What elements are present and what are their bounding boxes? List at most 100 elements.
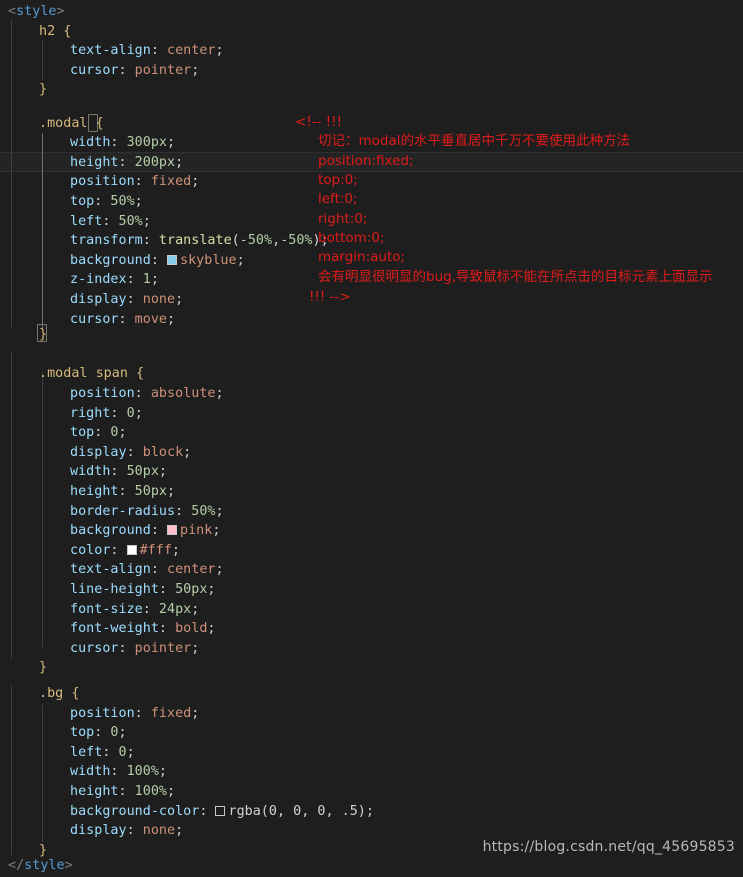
property-name: display: [70, 444, 127, 460]
property-value: center: [167, 562, 216, 578]
code-line: width: 50px;: [70, 464, 168, 480]
tag-name-style: style: [16, 4, 57, 19]
code-line: top: 0;: [70, 425, 127, 441]
property-value: 0: [118, 744, 127, 760]
property-value: pointer: [134, 640, 192, 656]
property-name: font-size: [70, 601, 143, 617]
property-name: text-align: [70, 562, 151, 578]
code-line: cursor: pointer;: [70, 640, 200, 656]
code-line: background: pink;: [70, 523, 221, 539]
code-line: border-radius: 50%;: [70, 503, 224, 519]
code-line: cursor: move;: [70, 311, 176, 327]
property-name: z-index: [70, 272, 127, 288]
property-name: border-radius: [70, 503, 176, 519]
property-name: position: [70, 174, 135, 190]
property-value: 0: [126, 405, 135, 421]
property-name: top: [70, 425, 95, 441]
annotation-comment-line: bottom:0;: [318, 230, 385, 246]
property-name: background: [70, 252, 151, 268]
brace-open: {: [95, 115, 104, 131]
property-name: position: [70, 705, 135, 721]
code-line: left: 0;: [70, 744, 135, 760]
code-line: height: 50px;: [70, 484, 176, 499]
code-line: position: absolute;: [70, 386, 224, 401]
property-value: block: [142, 444, 184, 460]
property-value: skyblue: [180, 252, 237, 268]
brace-open: {: [63, 23, 72, 39]
selector-modal: .modal: [39, 115, 88, 131]
code-line: transform: translate(-50%,-50%);: [70, 233, 329, 249]
code-line: font-weight: bold;: [70, 621, 216, 637]
property-name: display: [70, 292, 127, 307]
selector-h2: h2: [39, 23, 56, 39]
property-name: background-color: [70, 803, 200, 819]
annotation-comment-line: 切记：modal的水平垂直居中千万不要使用此种方法: [318, 133, 631, 149]
code-line: right: 0;: [70, 405, 143, 421]
brace-open: {: [136, 366, 145, 382]
code-line: background: skyblue;: [70, 252, 245, 268]
code-line: left: 50%;: [70, 213, 151, 229]
property-value: 50%: [118, 213, 143, 229]
annotation-comment-line: position:fixed;: [318, 153, 414, 169]
color-swatch-pink[interactable]: [167, 525, 177, 536]
property-name: background: [70, 523, 151, 539]
code-line: display: none;: [70, 292, 184, 307]
property-name: cursor: [70, 640, 119, 656]
brace-close: }: [39, 82, 48, 98]
code-line: line-height: 50px;: [70, 582, 216, 597]
tag-bracket-close: >: [64, 858, 73, 874]
brace-open: {: [71, 686, 80, 701]
code-line: background-color: rgba(0, 0, 0, .5);: [70, 803, 374, 819]
code-line: top: 50%;: [70, 194, 143, 209]
property-name: height: [70, 784, 119, 799]
color-swatch-rgba[interactable]: [215, 805, 226, 816]
watermark: https://blog.csdn.net/qq_45695853: [482, 839, 735, 855]
code-line: position: fixed;: [70, 705, 200, 721]
property-name: width: [70, 135, 111, 151]
property-value: fixed: [150, 174, 192, 190]
annotation-comment-line: top:0;: [318, 172, 358, 188]
annotation-comment-line: margin:auto;: [318, 249, 406, 265]
selector-modal-span: .modal span: [39, 366, 128, 382]
property-name: height: [70, 154, 119, 170]
annotation-comment-line: 会有明显很明显的bug,导致鼠标不能在所点击的目标元素上面显示: [318, 269, 713, 285]
property-name: top: [70, 194, 95, 209]
code-line: text-align: center;: [70, 562, 224, 578]
tag-bracket-close: >: [56, 4, 65, 19]
property-value: 50px: [175, 582, 208, 597]
code-line: display: block;: [70, 444, 192, 460]
brace-close: }: [39, 660, 48, 676]
code-line: display: none;: [70, 823, 184, 839]
property-name: top: [70, 725, 95, 741]
property-value: center: [167, 43, 216, 59]
property-name: display: [70, 823, 127, 839]
color-swatch-white[interactable]: [126, 544, 137, 555]
property-value: 100%: [126, 764, 159, 780]
property-value: 100%: [134, 784, 167, 799]
code-line: </style>: [8, 856, 73, 876]
property-value: rgba(0, 0, 0, .5): [228, 803, 366, 819]
code-line: position: fixed;: [70, 174, 200, 190]
property-value: pointer: [134, 62, 192, 78]
code-line: z-index: 1;: [70, 272, 159, 288]
property-name: transform: [70, 233, 143, 249]
code-line: height: 200px;: [70, 154, 184, 170]
color-swatch-skyblue[interactable]: [167, 254, 177, 265]
tag-bracket-open: </: [8, 858, 25, 874]
code-editor[interactable]: <style> h2 { text-align: center; cursor:…: [0, 0, 743, 877]
code-line: cursor: pointer;: [70, 62, 200, 78]
property-value: fixed: [150, 705, 192, 721]
code-line: height: 100%;: [70, 784, 176, 799]
code-line: width: 100%;: [70, 764, 168, 780]
property-name: height: [70, 484, 119, 499]
property-value: 0: [110, 725, 119, 741]
annotation-comment-line: right:0;: [318, 211, 368, 227]
code-line: font-size: 24px;: [70, 601, 200, 617]
property-value: 50%: [110, 194, 135, 209]
property-value: none: [142, 292, 176, 307]
code-line: <style>: [8, 2, 65, 22]
brace-close: }: [39, 327, 48, 343]
property-value: 50px: [134, 484, 167, 499]
code-line: color: #fff;: [70, 542, 181, 558]
property-name: position: [70, 386, 135, 401]
